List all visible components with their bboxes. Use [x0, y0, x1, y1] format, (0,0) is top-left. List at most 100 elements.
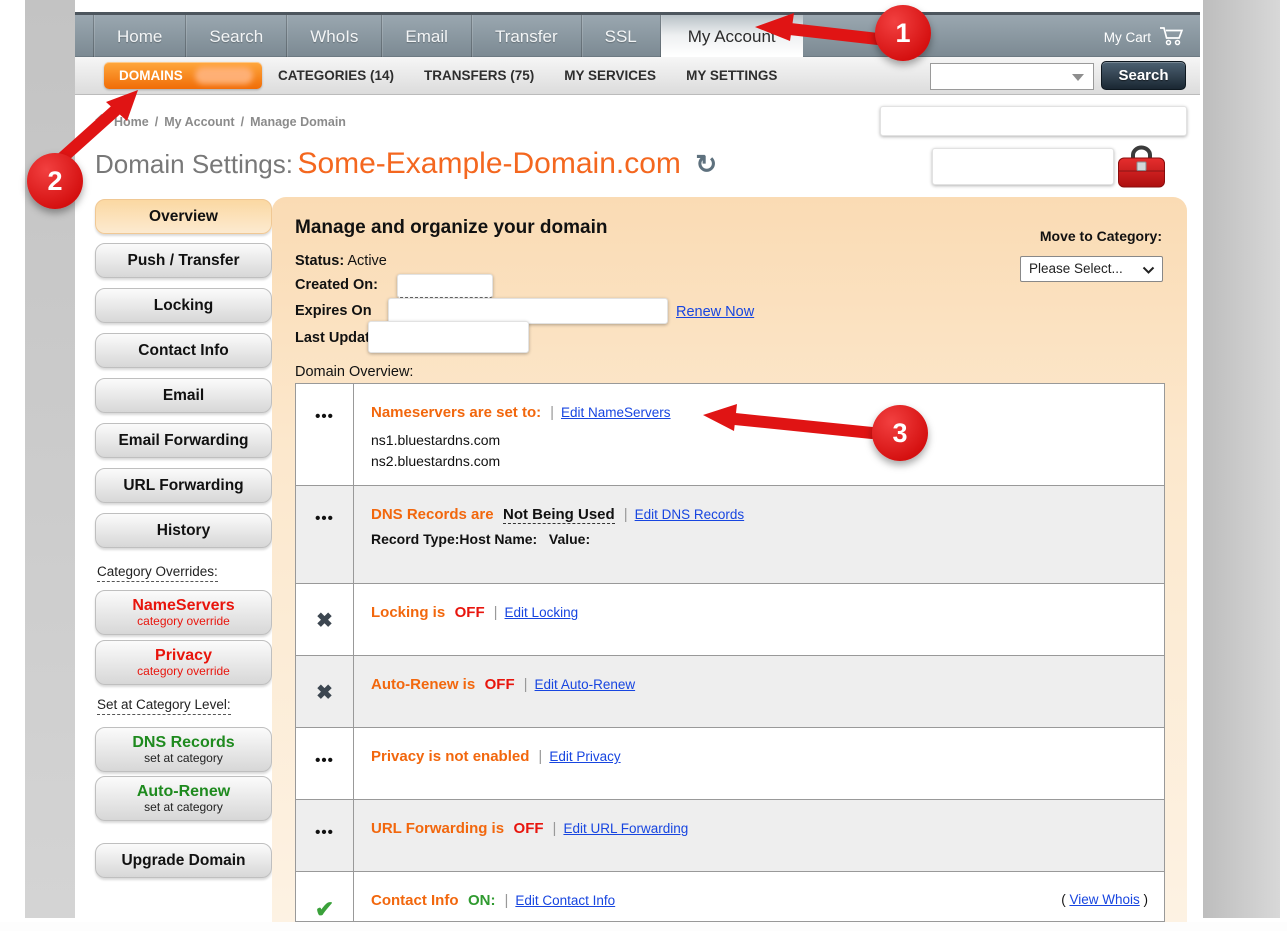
created-label: Created On:	[295, 277, 378, 293]
sidebar-tab-history[interactable]: History	[95, 513, 272, 548]
row-title: Contact Info	[371, 892, 459, 909]
subnav-item-my-settings[interactable]: MY SETTINGS	[686, 68, 777, 83]
breadcrumb-separator: /	[155, 115, 158, 129]
refresh-icon[interactable]: ↻	[695, 149, 717, 180]
domain-name: Some-Example-Domain.com	[297, 147, 680, 180]
domain-settings-panel: Manage and organize your domain Move to …	[272, 197, 1187, 922]
category-title: DNS Records	[132, 734, 234, 752]
subnav-item-categories[interactable]: CATEGORIES (14)	[278, 68, 394, 83]
table-row-dns-records: ••• DNS Records are Not Being Used | Edit …	[296, 486, 1164, 584]
x-icon: ✖	[316, 682, 333, 704]
sidebar-tab-label: Contact Info	[138, 342, 228, 360]
breadcrumb: Home / My Account / Manage Domain	[95, 114, 346, 129]
page: Home Search WhoIs Email Transfer SSL My …	[75, 0, 1203, 922]
override-title: Privacy	[155, 647, 212, 665]
sidebar-tab-email-forwarding[interactable]: Email Forwarding	[95, 423, 272, 458]
row-title: DNS Records are	[371, 506, 494, 523]
sidebar-tab-contact-info[interactable]: Contact Info	[95, 333, 272, 368]
subnav-item-domains[interactable]: DOMAINS	[104, 62, 262, 89]
sidebar-tab-url-forwarding[interactable]: URL Forwarding	[95, 468, 272, 503]
row-status: Not Being Used	[503, 506, 615, 524]
breadcrumb-manage-domain[interactable]: Manage Domain	[250, 115, 346, 129]
breadcrumb-my-account[interactable]: My Account	[164, 115, 234, 129]
nav-tab-search[interactable]: Search	[186, 15, 287, 60]
row-title: Privacy is not enabled	[371, 748, 529, 765]
dots-icon: •••	[315, 752, 334, 769]
domain-overview-table: ••• Nameservers are set to:|Edit NameSer…	[295, 383, 1165, 922]
sidebar-tab-locking[interactable]: Locking	[95, 288, 272, 323]
subnav-item-transfers[interactable]: TRANSFERS (75)	[424, 68, 534, 83]
sidebar-category-auto-renew[interactable]: Auto-Renew set at category	[95, 776, 272, 821]
upgrade-domain-label: Upgrade Domain	[121, 852, 245, 870]
status-value: Active	[347, 253, 387, 269]
dots-icon: •••	[315, 510, 334, 527]
sidebar-tab-label: Overview	[149, 208, 218, 226]
right-gutter	[1203, 0, 1280, 918]
nav-tab-my-account[interactable]: My Account	[661, 15, 803, 60]
table-row-nameservers: ••• Nameservers are set to:|Edit NameSer…	[296, 384, 1164, 486]
sidebar-override-nameservers[interactable]: NameServers category override	[95, 590, 272, 635]
breadcrumb-home[interactable]: Home	[114, 115, 149, 129]
redacted-value	[932, 148, 1114, 185]
created-line: Created On:	[295, 277, 378, 293]
toolbox-icon[interactable]	[1117, 145, 1166, 189]
sidebar-tab-push-transfer[interactable]: Push / Transfer	[95, 243, 272, 278]
row-title: Locking is	[371, 604, 445, 621]
sidebar-tab-label: Locking	[154, 297, 213, 315]
sidebar-tab-email[interactable]: Email	[95, 378, 272, 413]
row-title: URL Forwarding is	[371, 820, 504, 837]
edit-privacy-link[interactable]: Edit Privacy	[549, 749, 620, 764]
edit-url-forwarding-link[interactable]: Edit URL Forwarding	[563, 821, 688, 836]
search-button[interactable]: Search	[1101, 61, 1186, 90]
pipe-separator: |	[524, 676, 528, 693]
row-status: OFF	[455, 604, 485, 621]
nav-tab-transfer[interactable]: Transfer	[472, 15, 582, 60]
domain-overview-label: Domain Overview:	[295, 364, 413, 380]
status-label: Status:	[295, 253, 344, 269]
pipe-separator: |	[504, 892, 508, 909]
override-subtitle: category override	[137, 664, 230, 678]
blurred-count	[195, 67, 253, 84]
move-to-category-label: Move to Category:	[1040, 228, 1162, 244]
view-whois-link[interactable]: View Whois	[1069, 892, 1139, 907]
domain-search-combobox[interactable]	[930, 63, 1094, 90]
row-title: Auto-Renew is	[371, 676, 475, 693]
move-to-category-select[interactable]: Please Select...	[1020, 256, 1163, 282]
expires-label: Expires On	[295, 303, 372, 319]
sidebar-override-privacy[interactable]: Privacy category override	[95, 640, 272, 685]
sidebar-tab-overview[interactable]: Overview	[95, 199, 272, 234]
check-icon: ✔	[315, 896, 334, 922]
expires-line: Expires On	[295, 303, 372, 319]
edit-dns-records-link[interactable]: Edit DNS Records	[635, 507, 745, 522]
upgrade-domain-button[interactable]: Upgrade Domain	[95, 843, 272, 878]
nav-tab-whois[interactable]: WhoIs	[287, 15, 382, 60]
left-gutter	[25, 0, 75, 918]
set-at-category-label: Set at Category Level:	[97, 697, 231, 715]
nameserver-2: ns2.bluestardns.com	[371, 451, 1146, 472]
edit-nameservers-link[interactable]: Edit NameServers	[561, 405, 671, 420]
table-row-url-forwarding: ••• URL Forwarding is OFF|Edit URL Forwa…	[296, 800, 1164, 872]
subnav-item-my-services[interactable]: MY SERVICES	[564, 68, 656, 83]
paren-close: )	[1144, 892, 1149, 907]
account-subnav: DOMAINS CATEGORIES (14) TRANSFERS (75) M…	[75, 57, 1200, 95]
category-select-value: Please Select...	[1029, 261, 1123, 276]
callout-2: 2	[27, 153, 83, 209]
nav-tab-home[interactable]: Home	[93, 15, 186, 60]
sidebar-category-dns-records[interactable]: DNS Records set at category	[95, 727, 272, 772]
renew-now-link[interactable]: Renew Now	[676, 304, 754, 320]
pipe-separator: |	[553, 820, 557, 837]
table-row-privacy: ••• Privacy is not enabled|Edit Privacy	[296, 728, 1164, 800]
domains-label: DOMAINS	[119, 68, 183, 83]
callout-3: 3	[872, 405, 928, 461]
pipe-separator: |	[624, 506, 628, 523]
nav-tab-email[interactable]: Email	[382, 15, 472, 60]
x-icon: ✖	[316, 610, 333, 632]
edit-locking-link[interactable]: Edit Locking	[505, 605, 579, 620]
my-cart-button[interactable]: My Cart	[1104, 15, 1186, 60]
row-status: ON:	[468, 892, 496, 909]
nav-tab-ssl[interactable]: SSL	[582, 15, 661, 60]
sidebar-tab-label: Email	[163, 387, 204, 405]
edit-auto-renew-link[interactable]: Edit Auto-Renew	[535, 677, 636, 692]
breadcrumb-separator: /	[241, 115, 244, 129]
edit-contact-info-link[interactable]: Edit Contact Info	[515, 893, 615, 908]
